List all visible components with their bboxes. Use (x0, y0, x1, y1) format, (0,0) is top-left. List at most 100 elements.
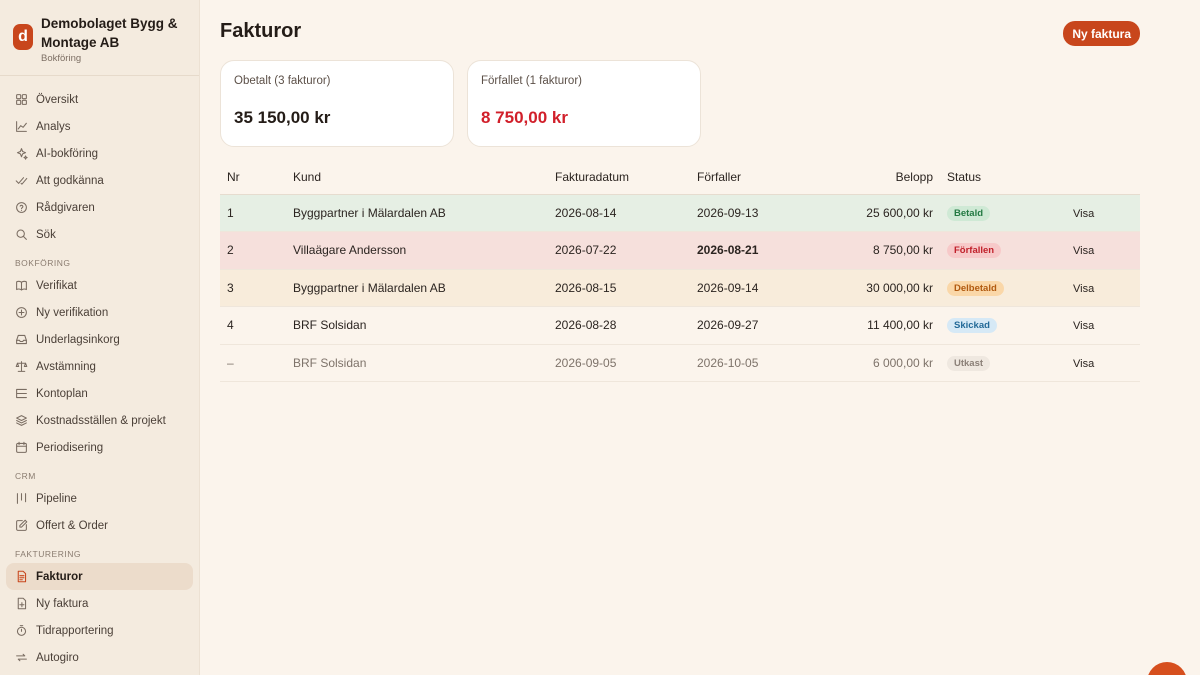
sparkle-icon (15, 147, 28, 160)
sidebar-item-underlagsinkorg[interactable]: Underlagsinkorg (6, 326, 193, 353)
sidebar-item-label: Fakturor (36, 570, 83, 583)
cell-nr: 4 (220, 306, 286, 345)
grid-icon (15, 93, 28, 106)
column-header-nr[interactable]: Nr (220, 160, 286, 195)
cell-customer: Villaägare Andersson (286, 231, 548, 270)
view-invoice-link[interactable]: Visa (1073, 283, 1094, 295)
view-invoice-link[interactable]: Visa (1073, 358, 1094, 370)
status-badge: Utkast (947, 355, 991, 371)
cell-actions: Visa (1066, 231, 1140, 270)
sidebar-item-avstamning[interactable]: Avstämning (6, 353, 193, 380)
cell-amount: 30 000,00 kr (816, 269, 940, 307)
sidebar-item-kostnadsstallen-and-projekt[interactable]: Kostnadsställen & projekt (6, 407, 193, 434)
column-header-actions (1066, 160, 1140, 195)
status-badge: Förfallen (947, 243, 1002, 259)
column-header-customer[interactable]: Kund (286, 160, 548, 195)
sidebar-section-fakturering: FAKTURERING (15, 549, 81, 559)
timer-icon (15, 624, 28, 637)
page-title: Fakturor (220, 20, 302, 42)
table-row[interactable]: 1 Byggpartner i Mälardalen AB 2026-08-14 20… (220, 194, 1140, 232)
cell-customer: BRF Solsidan (286, 306, 548, 345)
table-row[interactable]: – BRF Solsidan 2026-09-05 2026-10-05 6 000,0… (220, 344, 1140, 382)
sidebar-item-pipeline[interactable]: Pipeline (6, 485, 193, 512)
sidebar-section-bokforing: BOKFÖRING (15, 258, 71, 268)
status-badge: Delbetald (947, 280, 1004, 296)
overdue-card-value: 8 750,00 kr (481, 108, 568, 127)
sidebar-item-ai-bokforing[interactable]: AI-bokföring (6, 140, 193, 167)
sidebar-item-sok[interactable]: Sök (6, 221, 193, 248)
cell-customer: Byggpartner i Mälardalen AB (286, 269, 548, 307)
cell-invoice-date: 2026-08-15 (548, 269, 690, 307)
view-invoice-link[interactable]: Visa (1073, 245, 1094, 257)
company-header[interactable]: d Demobolaget Bygg & Montage AB Bokförin… (0, 0, 199, 76)
sidebar-item-analys[interactable]: Analys (6, 113, 193, 140)
table-row[interactable]: 2 Villaägare Andersson 2026-07-22 2026-08-2… (220, 231, 1140, 270)
sidebar-item-label: Rådgivaren (36, 201, 95, 214)
table-row[interactable]: 4 BRF Solsidan 2026-08-28 2026-09-27 11 400,… (220, 306, 1140, 345)
calendar-icon (15, 441, 28, 454)
cell-due-date: 2026-08-21 (690, 231, 816, 270)
sidebar-item-label: Ny verifikation (36, 306, 109, 319)
company-logo: d (13, 24, 33, 50)
sidebar-item-autogiro[interactable]: Autogiro (6, 644, 193, 671)
cell-due-date: 2026-09-13 (690, 194, 816, 232)
sidebar-item-periodisering[interactable]: Periodisering (6, 434, 193, 461)
cell-actions: Visa (1066, 344, 1140, 382)
sidebar-item-label: Ny faktura (36, 597, 89, 610)
view-invoice-link[interactable]: Visa (1073, 320, 1094, 332)
cell-amount: 8 750,00 kr (816, 231, 940, 270)
sidebar-item-radgivaren[interactable]: Rådgivaren (6, 194, 193, 221)
sidebar-item-offert-and-order[interactable]: Offert & Order (6, 512, 193, 539)
cell-actions: Visa (1066, 269, 1140, 307)
unpaid-card-label: Obetalt (3 fakturor) (234, 75, 331, 87)
sidebar-section-crm: CRM (15, 471, 36, 481)
view-invoice-link[interactable]: Visa (1073, 208, 1094, 220)
double-check-icon (15, 174, 28, 187)
sidebar-item-label: Att godkänna (36, 174, 104, 187)
file-plus-icon (15, 597, 28, 610)
pipeline-icon (15, 492, 28, 505)
table-header-row: Nr Kund Fakturadatum Förfaller Belopp St… (220, 160, 1140, 195)
column-header-amount[interactable]: Belopp (816, 160, 940, 195)
sidebar-item-ny-verifikation[interactable]: Ny verifikation (6, 299, 193, 326)
cell-invoice-date: 2026-08-28 (548, 306, 690, 345)
sidebar-item-oversikt[interactable]: Översikt (6, 86, 193, 113)
new-invoice-button[interactable]: Ny faktura (1063, 21, 1140, 46)
cell-status: Utkast (940, 344, 1066, 382)
search-icon (15, 228, 28, 241)
cell-status: Delbetald (940, 269, 1066, 307)
table-row[interactable]: 3 Byggpartner i Mälardalen AB 2026-08-15 20… (220, 269, 1140, 307)
summary-cards: Obetalt (3 fakturor) 35 150,00 kr Förfal… (220, 60, 701, 147)
cell-nr: – (220, 344, 286, 382)
sidebar-item-ny-faktura[interactable]: Ny faktura (6, 590, 193, 617)
sidebar-item-label: Översikt (36, 93, 79, 106)
sidebar-item-verifikat[interactable]: Verifikat (6, 272, 193, 299)
column-header-due-date[interactable]: Förfaller (690, 160, 816, 195)
sidebar-item-label: Sök (36, 228, 56, 241)
column-header-status[interactable]: Status (940, 160, 1066, 195)
cell-due-date: 2026-09-14 (690, 269, 816, 307)
sidebar-item-label: Verifikat (36, 279, 77, 292)
invoice-icon (15, 570, 28, 583)
sidebar-nav: Översikt Analys AI-bokföring Att godkänna Rå… (0, 76, 199, 671)
sidebar-item-tidrapportering[interactable]: Tidrapportering (6, 617, 193, 644)
cell-invoice-date: 2026-07-22 (548, 231, 690, 270)
sidebar-item-att-godkanna[interactable]: Att godkänna (6, 167, 193, 194)
status-badge: Skickad (947, 318, 997, 334)
cell-invoice-date: 2026-09-05 (548, 344, 690, 382)
cell-nr: 2 (220, 231, 286, 270)
sidebar-item-fakturor[interactable]: Fakturor (6, 563, 193, 590)
column-header-invoice-date[interactable]: Fakturadatum (548, 160, 690, 195)
sidebar-item-kontoplan[interactable]: Kontoplan (6, 380, 193, 407)
chat-fab-button[interactable] (1147, 662, 1187, 675)
cell-amount: 25 600,00 kr (816, 194, 940, 232)
repeat-icon (15, 651, 28, 664)
edit-document-icon (15, 519, 28, 532)
chart-line-icon (15, 120, 28, 133)
scale-icon (15, 360, 28, 373)
cell-due-date: 2026-10-05 (690, 344, 816, 382)
overdue-card-label: Förfallet (1 fakturor) (481, 75, 582, 87)
cell-customer: Byggpartner i Mälardalen AB (286, 194, 548, 232)
company-name: Demobolaget Bygg & Montage AB (41, 16, 178, 50)
sidebar-item-label: Pipeline (36, 492, 77, 505)
